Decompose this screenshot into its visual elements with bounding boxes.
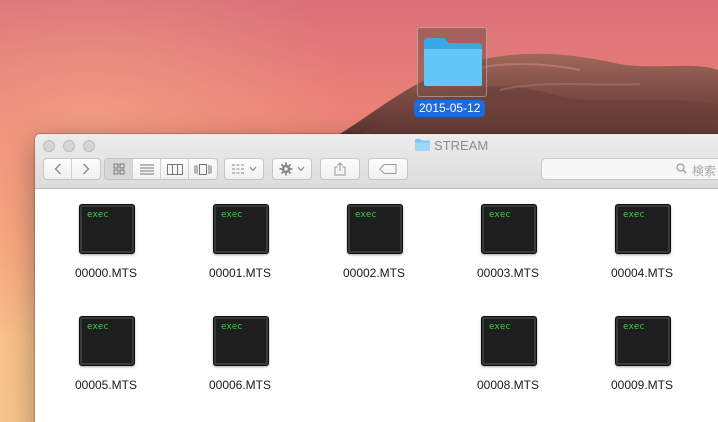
minimize-window-button[interactable] (63, 140, 75, 152)
desktop-folder[interactable] (417, 27, 487, 97)
column-view-button[interactable] (161, 159, 189, 179)
exec-file-icon: exec (213, 204, 269, 254)
desktop-folder-label[interactable]: 2015-05-12 (414, 100, 486, 117)
file-item[interactable]: exec 00005.MTS (56, 316, 146, 406)
file-item[interactable]: exec 00009.MTS (592, 316, 682, 406)
exec-badge: exec (87, 322, 109, 332)
file-name: 00002.MTS (342, 266, 406, 280)
exec-badge: exec (489, 210, 511, 220)
file-item[interactable]: exec 00006.MTS (190, 316, 280, 406)
exec-file-icon: exec (615, 204, 671, 254)
exec-badge: exec (87, 210, 109, 220)
list-icon (139, 164, 154, 174)
exec-file-icon: exec (213, 316, 269, 366)
file-name: 00001.MTS (208, 266, 272, 280)
tag-button[interactable] (368, 158, 408, 180)
file-name: 00004.MTS (610, 266, 674, 280)
tag-icon (379, 164, 397, 174)
chevron-right-icon (83, 163, 90, 175)
exec-file-icon: exec (79, 316, 135, 366)
exec-badge: exec (623, 322, 645, 332)
search-field[interactable]: 検索 (541, 158, 718, 180)
folder-icon (424, 38, 482, 86)
cover-flow-icon (194, 163, 212, 175)
nav-buttons (43, 158, 101, 180)
action-menu-button[interactable] (272, 158, 312, 180)
exec-badge: exec (221, 322, 243, 332)
columns-icon (166, 163, 183, 175)
file-item[interactable]: exec 00002.MTS (324, 204, 414, 294)
chevron-down-icon (297, 166, 305, 172)
file-name: 00000.MTS (74, 266, 138, 280)
back-button[interactable] (44, 159, 72, 179)
file-item[interactable]: exec 00008.MTS (458, 316, 548, 406)
share-icon (334, 162, 346, 176)
view-mode-selector (104, 158, 218, 180)
exec-badge: exec (489, 322, 511, 332)
window-title-text: STREAM (434, 137, 489, 153)
exec-file-icon: exec (615, 316, 671, 366)
arrange-grid-icon (232, 164, 244, 174)
icon-view-button[interactable] (105, 159, 133, 179)
window-title: STREAM (415, 137, 488, 153)
exec-file-icon: exec (481, 316, 537, 366)
close-window-button[interactable] (43, 140, 55, 152)
chevron-left-icon (54, 163, 61, 175)
file-name: 00008.MTS (476, 378, 540, 392)
cover-flow-view-button[interactable] (189, 159, 217, 179)
search-icon (676, 163, 687, 177)
search-placeholder: 検索 (692, 164, 717, 178)
exec-badge: exec (355, 210, 377, 220)
finder-window: STREAM 検索 exec 00000.MTS exec 00001.MTS … (35, 134, 718, 422)
exec-file-icon: exec (79, 204, 135, 254)
file-name: 00003.MTS (476, 266, 540, 280)
file-item[interactable]: exec 00004.MTS (592, 204, 682, 294)
share-button[interactable] (320, 158, 360, 180)
exec-file-icon: exec (481, 204, 537, 254)
file-item[interactable]: exec 00003.MTS (458, 204, 548, 294)
arrange-button[interactable] (224, 158, 264, 180)
icon-grid-icon (113, 163, 124, 175)
zoom-window-button[interactable] (83, 140, 95, 152)
chevron-down-icon (249, 166, 257, 172)
list-view-button[interactable] (133, 159, 161, 179)
folder-icon (415, 139, 430, 151)
finder-toolbar: STREAM 検索 (35, 134, 718, 189)
forward-button[interactable] (72, 159, 100, 179)
exec-file-icon: exec (347, 204, 403, 254)
file-name: 00009.MTS (610, 378, 674, 392)
file-name: 00005.MTS (74, 378, 138, 392)
file-item[interactable]: exec 00000.MTS (56, 204, 146, 294)
gear-icon (279, 162, 293, 176)
file-name: 00006.MTS (208, 378, 272, 392)
exec-badge: exec (221, 210, 243, 220)
file-grid: exec 00000.MTS exec 00001.MTS exec 00002… (35, 190, 718, 422)
file-item[interactable]: exec 00001.MTS (190, 204, 280, 294)
exec-badge: exec (623, 210, 645, 220)
